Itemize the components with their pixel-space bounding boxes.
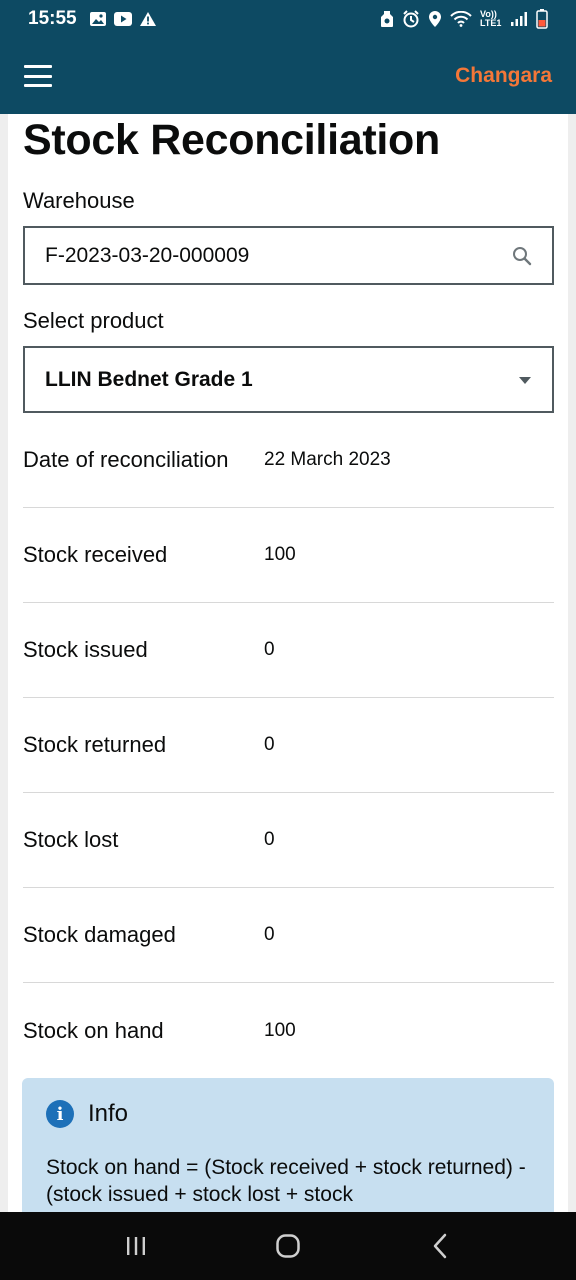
app-title: Changara <box>455 64 552 87</box>
info-icon: i <box>46 1100 74 1128</box>
detail-value: 0 <box>264 639 275 660</box>
warehouse-label: Warehouse <box>23 188 135 213</box>
battery-icon <box>536 9 548 29</box>
info-header: i Info <box>46 1100 530 1128</box>
hamburger-menu-icon[interactable] <box>24 65 52 87</box>
content-card: Stock Reconciliation Warehouse F-2023-03… <box>8 114 568 1212</box>
system-nav-bar <box>0 1212 576 1280</box>
info-panel: i Info Stock on hand = (Stock received +… <box>22 1078 554 1212</box>
app-bar: Changara <box>0 38 576 114</box>
detail-value: 0 <box>264 734 275 755</box>
back-icon <box>433 1233 447 1259</box>
detail-value: 100 <box>264 1019 296 1041</box>
product-label: Select product <box>23 308 164 333</box>
detail-label: Stock returned <box>23 732 167 757</box>
page-title: Stock Reconciliation <box>23 116 440 164</box>
chevron-down-icon <box>519 376 531 384</box>
status-time: 15:55 <box>28 8 77 29</box>
detail-value: 22 March 2023 <box>264 449 391 470</box>
detail-row-on-hand: Stock on hand 100 <box>23 983 554 1078</box>
home-button[interactable] <box>258 1226 318 1266</box>
warehouse-value: F-2023-03-20-000009 <box>45 243 250 267</box>
youtube-icon <box>113 12 132 26</box>
recent-apps-button[interactable] <box>106 1226 166 1266</box>
recent-apps-icon <box>127 1237 145 1255</box>
detail-label: Stock issued <box>23 637 148 662</box>
network-label: Vo)) LTE1 <box>480 9 502 28</box>
search-icon[interactable] <box>512 246 532 266</box>
detail-value: 100 <box>264 544 296 565</box>
home-icon <box>276 1234 300 1258</box>
detail-label: Stock lost <box>23 827 119 852</box>
nfc-icon <box>381 11 393 27</box>
detail-row-damaged: Stock damaged 0 <box>23 888 554 983</box>
status-bar: 15:55 Vo)) LTE1 <box>0 0 576 38</box>
alert-icon <box>139 12 156 26</box>
location-icon <box>429 11 441 27</box>
detail-row-returned: Stock returned 0 <box>23 698 554 793</box>
detail-row-issued: Stock issued 0 <box>23 603 554 698</box>
detail-value: 0 <box>264 829 275 850</box>
detail-label: Stock received <box>23 542 168 567</box>
warehouse-search-input[interactable]: F-2023-03-20-000009 <box>23 226 554 285</box>
signal-icon <box>511 12 527 26</box>
info-title: Info <box>88 1100 129 1127</box>
detail-row-received: Stock received 100 <box>23 508 554 603</box>
detail-label: Stock damaged <box>23 922 176 947</box>
back-button[interactable] <box>410 1226 470 1266</box>
detail-row-date: Date of reconciliation 22 March 2023 <box>23 413 554 508</box>
gallery-icon <box>89 12 106 26</box>
wifi-icon <box>450 11 472 27</box>
product-value: LLIN Bednet Grade 1 <box>45 367 253 391</box>
alarm-icon <box>403 10 419 28</box>
detail-row-lost: Stock lost 0 <box>23 793 554 888</box>
detail-label: Stock on hand <box>23 1017 164 1043</box>
detail-value: 0 <box>264 924 275 945</box>
main-content[interactable]: Stock Reconciliation Warehouse F-2023-03… <box>0 114 576 1212</box>
status-system-icons: Vo)) LTE1 <box>380 9 548 29</box>
status-notification-icons <box>89 11 157 27</box>
detail-label: Date of reconciliation <box>23 447 229 472</box>
info-text: Stock on hand = (Stock received + stock … <box>46 1156 526 1206</box>
product-select[interactable]: LLIN Bednet Grade 1 <box>23 346 554 413</box>
